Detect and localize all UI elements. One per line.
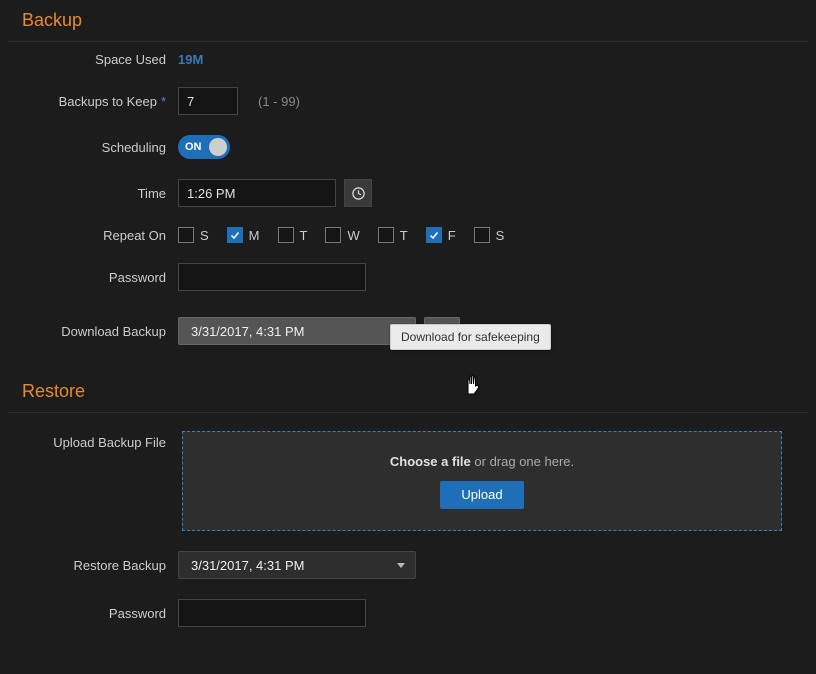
restore-backup-select-value: 3/31/2017, 4:31 PM	[191, 558, 304, 573]
upload-button[interactable]: Upload	[440, 481, 523, 509]
day-label: S	[200, 228, 209, 243]
scheduling-label: Scheduling	[0, 140, 178, 155]
required-asterisk: *	[161, 94, 166, 109]
download-backup-label: Download Backup	[0, 324, 178, 339]
checkbox[interactable]	[325, 227, 341, 243]
backup-password-label: Password	[0, 270, 178, 285]
checkbox[interactable]	[278, 227, 294, 243]
chevron-down-icon	[397, 329, 405, 334]
cloud-download-icon	[433, 322, 451, 340]
day-label: F	[448, 228, 456, 243]
space-used-label: Space Used	[0, 52, 178, 67]
backup-password-input[interactable]	[178, 263, 366, 291]
section-title-backup: Backup	[0, 2, 816, 41]
checkbox[interactable]	[227, 227, 243, 243]
clock-icon	[351, 186, 366, 201]
space-used-value: 19M	[178, 52, 203, 67]
chevron-down-icon	[397, 563, 405, 568]
backups-to-keep-input[interactable]	[178, 87, 238, 115]
day-checkbox-0[interactable]: S	[178, 227, 209, 243]
restore-password-label: Password	[0, 606, 178, 621]
checkbox[interactable]	[426, 227, 442, 243]
day-label: T	[300, 228, 308, 243]
day-label: M	[249, 228, 260, 243]
backups-to-keep-hint: (1 - 99)	[258, 94, 300, 109]
backups-to-keep-label: Backups to Keep*	[0, 94, 178, 109]
checkbox[interactable]	[378, 227, 394, 243]
scheduling-toggle[interactable]: ON	[178, 135, 230, 159]
day-label: T	[400, 228, 408, 243]
time-input[interactable]	[178, 179, 336, 207]
day-checkbox-4[interactable]: T	[378, 227, 408, 243]
restore-backup-select[interactable]: 3/31/2017, 4:31 PM	[178, 551, 416, 579]
download-backup-select[interactable]: 3/31/2017, 4:31 PM	[178, 317, 416, 345]
time-picker-button[interactable]	[344, 179, 372, 207]
toggle-knob	[209, 138, 227, 156]
checkbox[interactable]	[178, 227, 194, 243]
day-checkbox-5[interactable]: F	[426, 227, 456, 243]
upload-dropzone[interactable]: Choose a file or drag one here. Upload	[182, 431, 782, 531]
day-checkbox-2[interactable]: T	[278, 227, 308, 243]
checkbox[interactable]	[474, 227, 490, 243]
toggle-state-label: ON	[185, 141, 202, 153]
upload-backup-label: Upload Backup File	[0, 431, 178, 450]
section-title-restore: Restore	[0, 373, 816, 412]
restore-password-input[interactable]	[178, 599, 366, 627]
repeat-on-label: Repeat On	[0, 228, 178, 243]
day-checkbox-6[interactable]: S	[474, 227, 505, 243]
dropzone-text: Choose a file or drag one here.	[390, 454, 574, 469]
day-checkbox-1[interactable]: M	[227, 227, 260, 243]
day-checkbox-3[interactable]: W	[325, 227, 359, 243]
download-backup-button[interactable]	[424, 317, 460, 345]
day-label: S	[496, 228, 505, 243]
restore-backup-label: Restore Backup	[0, 558, 178, 573]
download-backup-select-value: 3/31/2017, 4:31 PM	[191, 324, 304, 339]
day-label: W	[347, 228, 359, 243]
time-label: Time	[0, 186, 178, 201]
